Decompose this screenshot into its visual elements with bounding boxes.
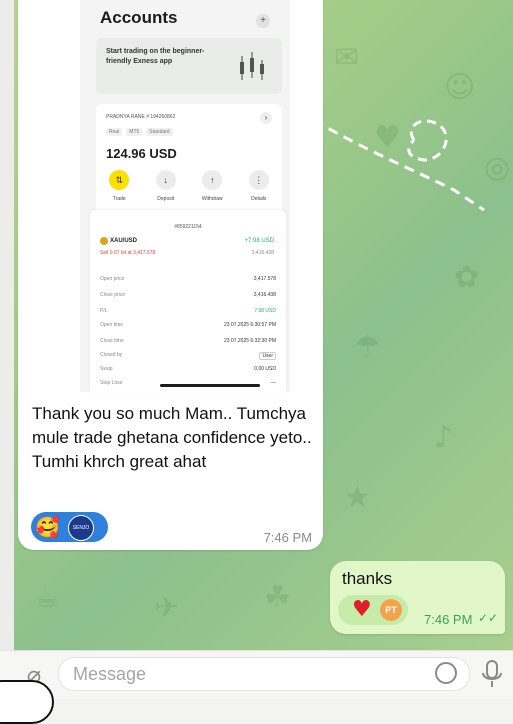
row-value: —	[271, 380, 276, 386]
trade-icon: ⇅	[109, 170, 130, 190]
incoming-timestamp: 7:46 PM	[263, 530, 312, 545]
account-card[interactable]: PRADNYA RANE # 194260862 › Real MT5 Stan…	[96, 104, 282, 214]
detail-row: P/L 7.98 USD	[100, 308, 276, 314]
incoming-message-text: Thank you so much Mam.. Tumchya mule tra…	[32, 404, 312, 471]
row-value: 3,416.438	[253, 292, 276, 298]
order-sell-text: Sell 0.07 lot at 3,417.578	[100, 250, 156, 256]
incoming-message-bubble[interactable]: Accounts + Start trading on the beginner…	[18, 0, 323, 550]
deposit-label: Deposit	[157, 196, 175, 202]
row-label: Closed by	[100, 352, 123, 358]
read-receipt-icon: ✓✓	[478, 611, 499, 625]
deposit-icon: ↓	[155, 170, 176, 190]
outgoing-timestamp: 7:46 PM	[424, 612, 473, 627]
order-detail-sheet: #859221154 XAU/USD +7.98 USD Sell 0.07 l…	[90, 210, 286, 392]
reactor-avatar: SENJO	[68, 515, 94, 541]
tag-real: Real	[106, 128, 123, 136]
doodle-icon: ✈	[154, 590, 180, 625]
withdraw-icon: ↑	[202, 170, 223, 190]
gold-icon	[100, 237, 108, 245]
detail-row: Closed by User	[100, 352, 276, 360]
withdraw-label: Withdraw	[201, 196, 223, 202]
account-balance: 124.96 USD	[106, 146, 177, 161]
detail-row: Close price 3,416.438	[100, 292, 276, 298]
order-pl: +7.98 USD	[244, 238, 274, 244]
reactor-avatar: PT	[380, 599, 402, 621]
message-input[interactable]: Message	[58, 657, 470, 691]
message-input-bar: ⌀ Message	[0, 650, 513, 699]
promo-text: Start trading on the beginner-friendly E…	[106, 48, 205, 65]
shared-screenshot[interactable]: Accounts + Start trading on the beginner…	[80, 0, 290, 392]
details-label: Details	[251, 196, 267, 202]
row-label: Swap	[100, 366, 113, 372]
row-value: User	[259, 352, 276, 360]
account-name: PRADNYA RANE # 194260862	[106, 114, 176, 120]
detail-row: Swap 0.00 USD	[100, 366, 276, 372]
home-indicator	[160, 384, 260, 387]
row-label: Close time	[100, 338, 124, 344]
row-value: 7.98 USD	[254, 308, 276, 314]
detail-row: Close time 23.07.2025 6:32:30 PM	[100, 338, 276, 344]
doodle-icon: ♪	[434, 420, 454, 455]
trade-button[interactable]: ⇅ Trade	[99, 170, 139, 202]
tag-standard: Standard	[146, 128, 173, 136]
outgoing-reactions[interactable]: ♥ PT	[338, 595, 408, 625]
row-value: 23.07.2025 6:32:30 PM	[224, 338, 276, 344]
trade-label: Trade	[112, 196, 126, 202]
order-id: #859221154	[174, 224, 202, 230]
doodle-icon: ☘	[264, 580, 291, 615]
chevron-right-icon[interactable]: ›	[260, 112, 272, 124]
smiling-hearts-emoji-icon: 🥰	[35, 515, 60, 539]
tag-mt5: MT5	[126, 128, 143, 136]
account-tags: Real MT5 Standard	[106, 128, 173, 136]
details-button[interactable]: ⋮ Details	[239, 170, 279, 202]
order-symbol: XAU/USD	[110, 238, 138, 244]
more-icon: ⋮	[248, 170, 269, 190]
detail-row: Open time 23.07.2025 6:30:57 PM	[100, 322, 276, 328]
withdraw-button[interactable]: ↑ Withdraw	[192, 170, 232, 202]
microphone-icon[interactable]	[478, 659, 506, 689]
account-actions: ⇅ Trade ↓ Deposit ↑ Withdraw ⋮ Details	[96, 170, 282, 202]
row-label: Open time	[100, 322, 124, 328]
detail-row: Open price 3,417.578	[100, 276, 276, 282]
message-placeholder: Message	[73, 664, 147, 684]
deposit-button[interactable]: ↓ Deposit	[146, 170, 186, 202]
doodle-icon: ✿	[454, 260, 480, 295]
order-price: 3,416.438	[251, 250, 274, 256]
doodle-icon: ★	[344, 480, 371, 515]
promo-banner: Start trading on the beginner-friendly E…	[96, 38, 282, 94]
outgoing-message-bubble[interactable]: thanks ♥ PT 7:46 PM ✓✓	[330, 561, 505, 634]
candlestick-icon	[240, 52, 264, 80]
outgoing-message-text: thanks	[342, 569, 393, 588]
row-value: 23.07.2025 6:30:57 PM	[224, 322, 276, 328]
corner-speech-bubble	[0, 680, 54, 724]
row-label: P/L	[100, 308, 108, 314]
incoming-reactions[interactable]: 🥰 SENJO	[31, 512, 108, 542]
doodle-icon: ☂	[354, 330, 381, 365]
left-rail	[0, 0, 15, 650]
row-label: Open price	[100, 276, 125, 282]
accounts-title: Accounts	[100, 8, 178, 27]
row-value: 0.00 USD	[254, 366, 276, 372]
plus-icon: +	[256, 14, 270, 28]
row-label: Stop Loss	[100, 380, 123, 386]
row-value: 3,417.578	[253, 276, 276, 282]
doodle-icon: ☕	[34, 580, 61, 615]
heart-icon: ♥	[352, 597, 372, 622]
sticker-icon[interactable]	[435, 662, 457, 684]
row-label: Close price	[100, 292, 126, 298]
